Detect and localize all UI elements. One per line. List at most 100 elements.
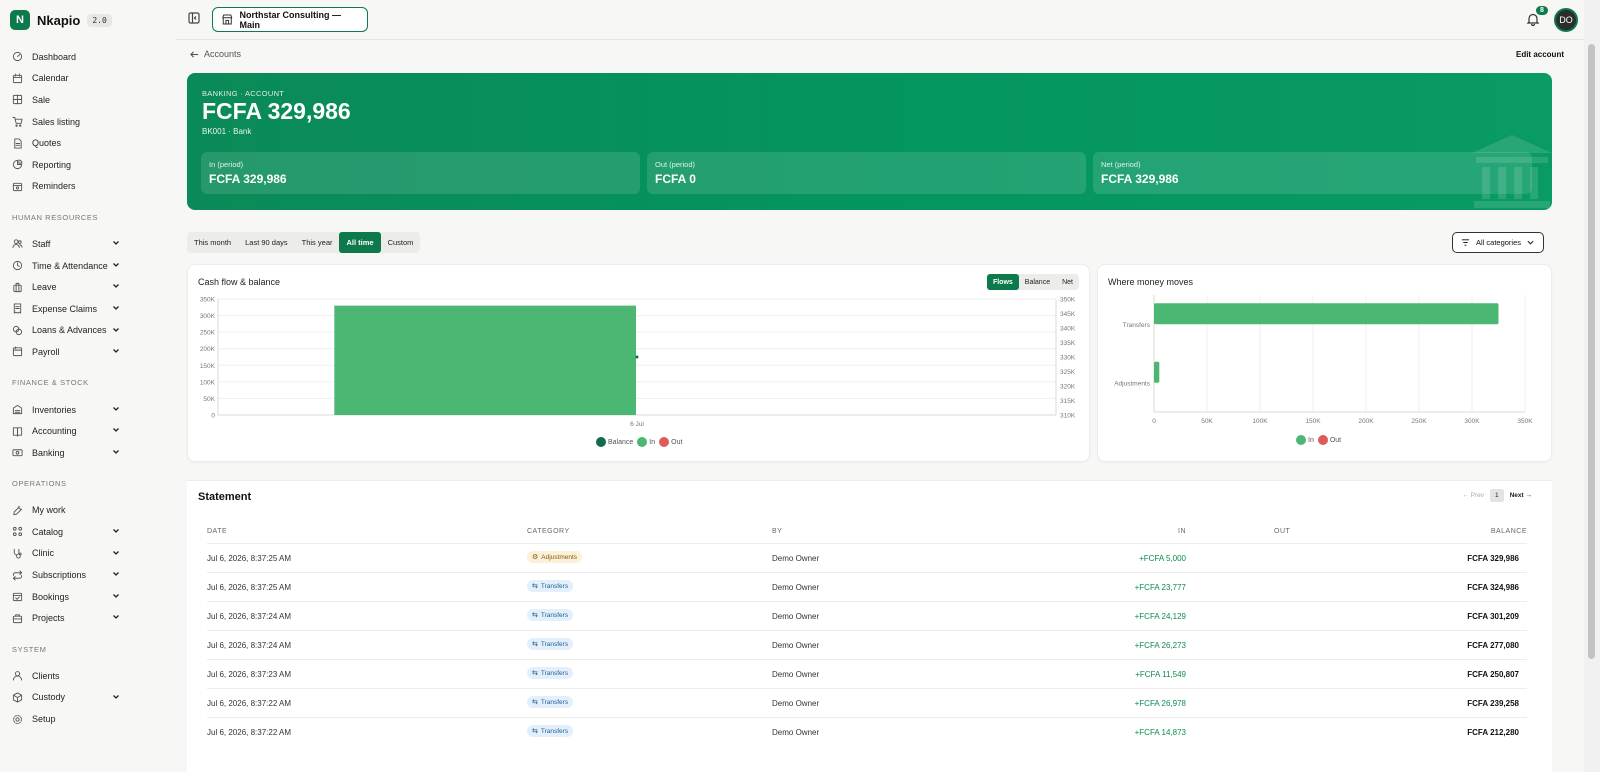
table-row[interactable]: Jul 6, 2026, 8:37:22 AM ⇆ Transfers Demo Ow…: [207, 717, 1527, 746]
row-in: +FCFA 5,000: [1139, 554, 1186, 563]
sidebar-item-dashboard[interactable]: Dashboard: [0, 46, 176, 68]
y-tick-label: 100K: [200, 379, 216, 386]
y-tick-label: 150K: [200, 363, 216, 370]
account-code: BK001 · Bank: [202, 127, 252, 136]
table-row[interactable]: Jul 6, 2026, 8:37:23 AM ⇆ Transfers Demo Ow…: [207, 659, 1527, 688]
range-tab-custom[interactable]: Custom: [381, 232, 421, 253]
bar-in: [1154, 303, 1499, 325]
statement-section: Statement ← Prev 1 Next → DATE CATEGORY …: [187, 480, 1552, 772]
legend-item-balance[interactable]: Balance: [596, 437, 633, 447]
chevron-down-icon[interactable]: [112, 613, 120, 621]
sidebar-item-reminders[interactable]: Reminders: [0, 176, 176, 198]
legend-item-in[interactable]: In: [637, 437, 655, 447]
sidebar-item-my-work[interactable]: My work: [0, 500, 176, 522]
chevron-down-icon[interactable]: [112, 326, 120, 334]
next-page-button[interactable]: Next →: [1510, 492, 1532, 499]
chevron-down-icon[interactable]: [112, 282, 120, 290]
transfer-icon: ⇆: [532, 728, 538, 735]
sidebar-item-reporting[interactable]: Reporting: [0, 154, 176, 176]
catalog-icon: [12, 526, 23, 537]
x-tick-label: 300K: [1464, 418, 1480, 425]
sidebar-item-label: Accounting: [32, 426, 77, 437]
stat-out: Out (period) FCFA 0: [647, 152, 1086, 194]
sidebar-item-clients[interactable]: Clients: [0, 665, 176, 687]
sidebar-item-custody[interactable]: Custody: [0, 687, 176, 709]
chevron-down-icon[interactable]: [112, 347, 120, 355]
range-tab-this-year[interactable]: This year: [295, 232, 340, 253]
sidebar-item-accounting[interactable]: Accounting: [0, 420, 176, 442]
sidebar-item-label: Expense Claims: [32, 303, 98, 314]
breadcrumb[interactable]: Accounts: [190, 49, 241, 59]
prev-page-button[interactable]: ← Prev: [1462, 492, 1484, 499]
chevron-down-icon[interactable]: [112, 527, 120, 535]
legend-item-in[interactable]: In: [1296, 435, 1314, 445]
sidebar-item-banking[interactable]: Banking: [0, 442, 176, 464]
row-by: Demo Owner: [772, 699, 820, 708]
sidebar-item-quotes[interactable]: Quotes: [0, 132, 176, 154]
sidebar-item-subscriptions[interactable]: Subscriptions: [0, 564, 176, 586]
row-date: Jul 6, 2026, 8:37:25 AM: [207, 583, 292, 592]
table-row[interactable]: Jul 6, 2026, 8:37:25 AM ⚙ Adjustments Demo …: [207, 543, 1527, 572]
row-balance: FCFA 277,080: [1467, 641, 1519, 650]
stat-in: In (period) FCFA 329,986: [201, 152, 640, 194]
chevron-down-icon[interactable]: [112, 405, 120, 413]
sidebar-item-sale[interactable]: Sale: [0, 89, 176, 111]
organization-switcher[interactable]: Northstar Consulting — Main: [212, 7, 368, 32]
sidebar-item-time-and-attendance[interactable]: Time & Attendance: [0, 255, 176, 277]
sidebar-item-setup[interactable]: Setup: [0, 708, 176, 730]
chevron-down-icon[interactable]: [112, 239, 120, 247]
row-in: +FCFA 26,978: [1134, 699, 1186, 708]
table-row[interactable]: Jul 6, 2026, 8:37:22 AM ⇆ Transfers Demo Ow…: [207, 688, 1527, 717]
sidebar-item-staff[interactable]: Staff: [0, 233, 176, 255]
range-tab-last-90-days[interactable]: Last 90 days: [238, 232, 295, 253]
table-row[interactable]: Jul 6, 2026, 8:37:25 AM ⇆ Transfers Demo Ow…: [207, 572, 1527, 601]
payroll-icon: [12, 346, 23, 357]
chevron-down-icon[interactable]: [112, 570, 120, 578]
avatar[interactable]: DO: [1554, 8, 1578, 32]
page-scrollbar[interactable]: [1584, 0, 1600, 772]
sidebar-item-projects[interactable]: Projects: [0, 607, 176, 629]
edit-account-button[interactable]: Edit account: [1516, 50, 1564, 59]
category-label: Transfers: [1123, 322, 1151, 329]
chevron-down-icon[interactable]: [112, 693, 120, 701]
table-row[interactable]: Jul 6, 2026, 8:37:24 AM ⇆ Transfers Demo Ow…: [207, 601, 1527, 630]
current-page[interactable]: 1: [1489, 489, 1504, 502]
chevron-down-icon[interactable]: [112, 304, 120, 312]
category-filter[interactable]: All categories: [1452, 232, 1544, 253]
statement-title: Statement: [198, 491, 252, 503]
chevron-down-icon[interactable]: [112, 261, 120, 269]
sidebar-item-label: Sales listing: [32, 116, 81, 127]
chevron-down-icon[interactable]: [112, 426, 120, 434]
sidebar-item-clinic[interactable]: Clinic: [0, 543, 176, 565]
legend-item-out[interactable]: Out: [1317, 435, 1342, 445]
range-tab-this-month[interactable]: This month: [187, 232, 238, 253]
category-filter-label: All categories: [1476, 238, 1522, 247]
legend-label: Out: [1329, 436, 1342, 444]
range-tab-all-time[interactable]: All time: [339, 232, 381, 253]
sidebar-item-loans-and-advances[interactable]: Loans & Advances: [0, 320, 176, 342]
book-icon: [12, 426, 23, 437]
sidebar-item-leave[interactable]: Leave: [0, 276, 176, 298]
legend-item-out[interactable]: Out: [659, 437, 682, 447]
sidebar-item-catalog[interactable]: Catalog: [0, 521, 176, 543]
stat-net: Net (period) FCFA 329,986: [1093, 152, 1532, 194]
sidebar-item-inventories[interactable]: Inventories: [0, 399, 176, 421]
sidebar-item-payroll[interactable]: Payroll: [0, 341, 176, 363]
table-row[interactable]: Jul 6, 2026, 8:37:24 AM ⇆ Transfers Demo Ow…: [207, 630, 1527, 659]
sidebar-item-bookings[interactable]: Bookings: [0, 586, 176, 608]
chevron-down-icon[interactable]: [112, 549, 120, 557]
sidebar-item-sales-listing[interactable]: Sales listing: [0, 111, 176, 133]
row-date: Jul 6, 2026, 8:37:22 AM: [207, 728, 292, 737]
chevron-down-icon[interactable]: [112, 448, 120, 456]
sidebar-item-label: Projects: [32, 613, 65, 624]
sidebar-item-calendar[interactable]: Calendar: [0, 68, 176, 90]
scrollbar-thumb[interactable]: [1588, 44, 1595, 659]
category-badge: ⇆ Transfers: [527, 667, 574, 679]
y2-tick-label: 325K: [1060, 369, 1076, 376]
sidebar-item-label: Bookings: [32, 591, 70, 602]
nav-section-finance-and-stock: FINANCE & STOCK: [12, 378, 89, 388]
sidebar-item-expense-claims[interactable]: Expense Claims: [0, 298, 176, 320]
chevron-down-icon[interactable]: [112, 592, 120, 600]
balance-point: [635, 355, 639, 359]
sidebar-toggle-icon[interactable]: [188, 12, 200, 24]
